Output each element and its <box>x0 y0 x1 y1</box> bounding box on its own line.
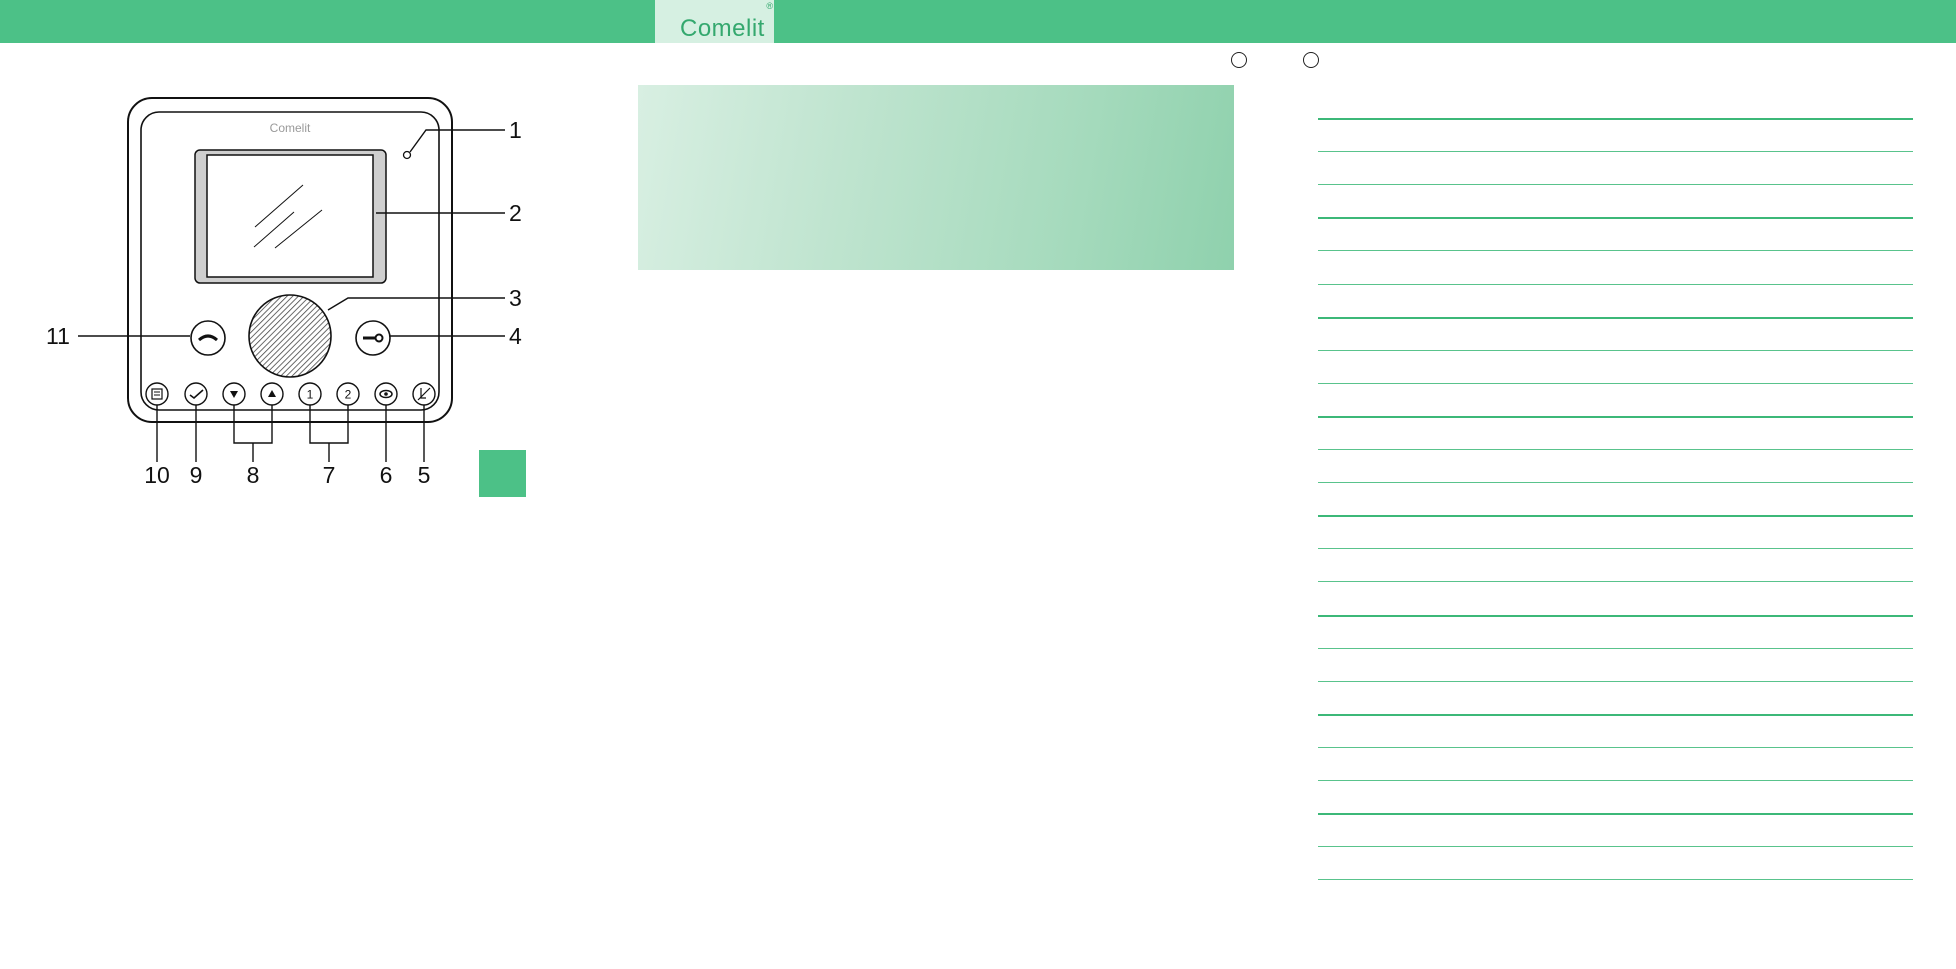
confirm-button <box>184 382 208 406</box>
ruled-line <box>1318 680 1913 682</box>
menu-button <box>145 382 169 406</box>
ruled-line <box>1318 515 1913 518</box>
callout-3: 3 <box>509 285 522 311</box>
circle-marker-right <box>1303 52 1319 68</box>
callout-8: 8 <box>247 462 260 488</box>
ruled-line <box>1318 713 1913 716</box>
callout-7: 7 <box>323 462 336 488</box>
answer-call-button <box>190 320 226 356</box>
brand-name: Comelit <box>680 15 765 42</box>
title-panel <box>638 85 1234 270</box>
ruled-line <box>1318 316 1913 319</box>
speaker-grille <box>248 294 332 378</box>
callout-2: 2 <box>509 200 522 226</box>
registered-mark: ® <box>766 1 773 11</box>
ruled-line <box>1318 283 1913 285</box>
ruled-line <box>1318 813 1913 816</box>
ruled-line <box>1318 581 1913 583</box>
ruled-line <box>1318 879 1913 881</box>
intercom-1-label: 1 <box>307 388 314 402</box>
ruled-line <box>1318 151 1913 153</box>
ruled-line <box>1318 647 1913 649</box>
circle-marker-left <box>1231 52 1247 68</box>
ruled-line <box>1318 349 1913 351</box>
small-buttons: 1 2 <box>145 382 436 406</box>
callout-4: 4 <box>509 323 522 349</box>
ruled-line <box>1318 382 1913 384</box>
device-logo: Comelit <box>270 121 311 135</box>
ruled-line <box>1318 548 1913 550</box>
ruled-line <box>1318 217 1913 220</box>
ruled-line <box>1318 614 1913 617</box>
led-indicator <box>402 150 412 160</box>
intercom-2-label: 2 <box>345 388 352 402</box>
callout-6: 6 <box>380 462 393 488</box>
ruled-line <box>1318 449 1913 450</box>
ruled-line <box>1318 780 1913 781</box>
ruled-line <box>1318 482 1913 484</box>
brand-logo: Comelit ® <box>655 0 774 43</box>
device-diagram: Comelit 1 2 1 2 3 4 5 6 7 8 9 10 11 <box>46 97 522 488</box>
ruled-line <box>1318 250 1913 252</box>
callout-9: 9 <box>190 462 203 488</box>
callout-10: 10 <box>144 462 170 488</box>
callout-5: 5 <box>418 462 431 488</box>
ruled-line <box>1318 184 1913 186</box>
ruled-line <box>1318 746 1913 748</box>
ruled-line <box>1318 118 1913 120</box>
ruled-line <box>1318 415 1913 418</box>
callout-11: 11 <box>46 323 70 349</box>
callout-1: 1 <box>509 117 522 143</box>
ruled-line <box>1318 846 1913 848</box>
section-marker <box>479 450 526 497</box>
